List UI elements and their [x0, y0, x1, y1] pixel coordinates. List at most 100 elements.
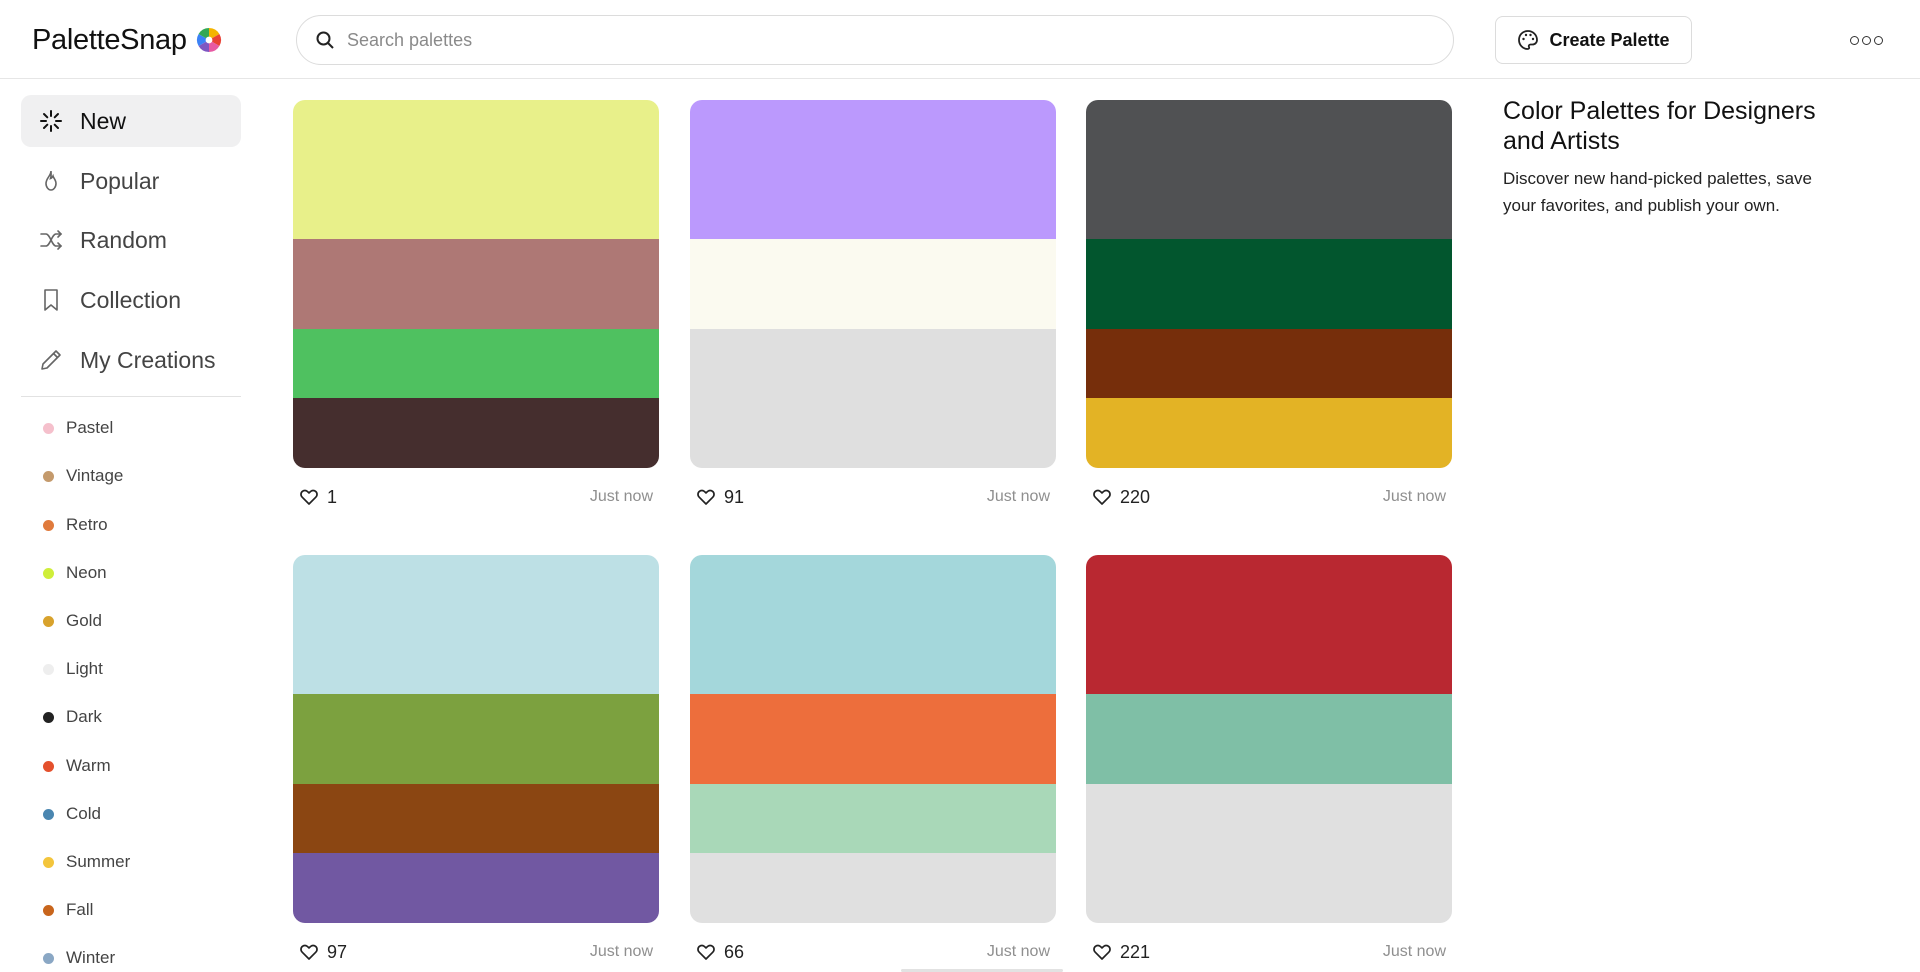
like-button[interactable]: 1: [293, 487, 337, 508]
palette-card[interactable]: 1 Just now: [293, 100, 659, 507]
color-swatch[interactable]: [293, 694, 659, 784]
color-swatch[interactable]: [293, 239, 659, 329]
bookmark-icon: [44, 289, 58, 311]
color-swatch[interactable]: [690, 329, 1056, 468]
like-count: 1: [327, 486, 338, 507]
color-swatch[interactable]: [690, 853, 1056, 923]
fall-dot-icon: [43, 904, 54, 916]
create-palette-button[interactable]: Create Palette: [1495, 16, 1692, 64]
nav-item-collection[interactable]: Collection: [21, 274, 241, 326]
shuffle-icon: [40, 230, 63, 250]
palette-swatches[interactable]: [1086, 100, 1452, 468]
heart-icon: [697, 489, 715, 505]
tag-label: Pastel: [66, 418, 114, 437]
color-swatch[interactable]: [293, 329, 659, 398]
tag-fall[interactable]: Fall: [43, 897, 93, 923]
heart-icon: [1093, 944, 1111, 960]
intro-text: Discover new hand-picked palettes, save …: [1503, 169, 1812, 215]
nav-item-new[interactable]: New: [21, 95, 241, 147]
tag-neon[interactable]: Neon: [43, 560, 107, 586]
tag-label: Gold: [66, 611, 102, 630]
palette-swatches[interactable]: [1086, 555, 1452, 923]
palette-card[interactable]: 91 Just now: [690, 100, 1056, 507]
like-button[interactable]: 97: [293, 942, 347, 963]
tag-cold[interactable]: Cold: [43, 801, 101, 827]
color-swatch[interactable]: [690, 555, 1056, 694]
tag-retro[interactable]: Retro: [43, 512, 108, 538]
tag-vintage[interactable]: Vintage: [43, 463, 123, 489]
tag-dark[interactable]: Dark: [43, 704, 102, 730]
color-swatch[interactable]: [1086, 239, 1452, 329]
pastel-dot-icon: [43, 422, 54, 434]
color-swatch[interactable]: [1086, 555, 1452, 694]
app-logo[interactable]: PaletteSnap: [32, 22, 223, 58]
heart-icon: [300, 489, 318, 505]
tag-warm[interactable]: Warm: [43, 753, 111, 779]
sidebar: New Popular Random Collection My Creatio…: [0, 80, 262, 972]
palette-swatches[interactable]: [690, 555, 1056, 923]
color-swatch[interactable]: [293, 555, 659, 694]
color-swatch[interactable]: [690, 784, 1056, 853]
retro-dot-icon: [43, 519, 54, 531]
tag-label: Summer: [66, 852, 131, 871]
color-swatch[interactable]: [1086, 329, 1452, 398]
gold-dot-icon: [43, 615, 54, 627]
nav-item-random[interactable]: Random: [21, 214, 241, 266]
tag-label: Winter: [66, 948, 116, 967]
sparkle-icon: [40, 110, 62, 132]
palette-icon: [1518, 30, 1539, 50]
dark-dot-icon: [43, 711, 54, 723]
color-swatch[interactable]: [1086, 784, 1452, 923]
palette-swatches[interactable]: [293, 555, 659, 923]
color-swatch[interactable]: [690, 239, 1056, 329]
tag-summer[interactable]: Summer: [43, 849, 130, 875]
like-count: 220: [1120, 486, 1151, 507]
more-icon: [1849, 35, 1859, 45]
color-swatch[interactable]: [1086, 694, 1452, 784]
color-swatch[interactable]: [690, 100, 1056, 239]
like-button[interactable]: 91: [690, 487, 744, 508]
palette-swatches[interactable]: [293, 100, 659, 468]
nav-item-popular[interactable]: Popular: [21, 155, 241, 207]
palette-swatches[interactable]: [690, 100, 1056, 468]
color-swatch[interactable]: [690, 694, 1056, 784]
tag-pastel[interactable]: Pastel: [43, 415, 113, 441]
warm-dot-icon: [43, 760, 54, 772]
color-swatch[interactable]: [1086, 100, 1452, 239]
nav-label: Collection: [80, 286, 181, 313]
vintage-dot-icon: [43, 470, 54, 482]
more-menu-button[interactable]: [1844, 26, 1888, 54]
palette-card[interactable]: 66 Just now: [690, 555, 1056, 962]
tag-label: Retro: [66, 515, 108, 534]
like-button[interactable]: 66: [690, 942, 744, 963]
heart-icon: [697, 944, 715, 960]
palette-card[interactable]: 220 Just now: [1086, 100, 1452, 507]
create-palette-label: Create Palette: [1549, 29, 1670, 50]
tag-label: Warm: [66, 756, 111, 775]
color-swatch[interactable]: [293, 853, 659, 923]
timestamp: Just now: [986, 943, 1050, 960]
tag-winter[interactable]: Winter: [43, 945, 115, 971]
search-input[interactable]: [347, 29, 1427, 51]
tag-light[interactable]: Light: [43, 656, 103, 682]
timestamp: Just now: [589, 488, 653, 505]
tag-label: Dark: [66, 707, 102, 726]
color-swatch[interactable]: [293, 100, 659, 239]
color-swatch[interactable]: [293, 784, 659, 853]
palette-card[interactable]: 221 Just now: [1086, 555, 1452, 962]
nav-item-my-creations[interactable]: My Creations: [21, 334, 241, 386]
nav-label: Random: [80, 226, 167, 253]
nav-label: Popular: [80, 167, 160, 194]
search-bar[interactable]: [296, 15, 1454, 65]
sidebar-divider: [21, 396, 241, 397]
tag-gold[interactable]: Gold: [43, 608, 102, 634]
palette-wheel-icon: [196, 27, 221, 52]
like-count: 97: [327, 941, 348, 962]
palette-card[interactable]: 97 Just now: [293, 555, 659, 962]
color-swatch[interactable]: [293, 398, 659, 468]
color-swatch[interactable]: [1086, 398, 1452, 468]
neon-dot-icon: [43, 567, 54, 579]
pencil-icon: [41, 350, 61, 370]
like-button[interactable]: 220: [1086, 487, 1150, 508]
like-button[interactable]: 221: [1086, 942, 1150, 963]
